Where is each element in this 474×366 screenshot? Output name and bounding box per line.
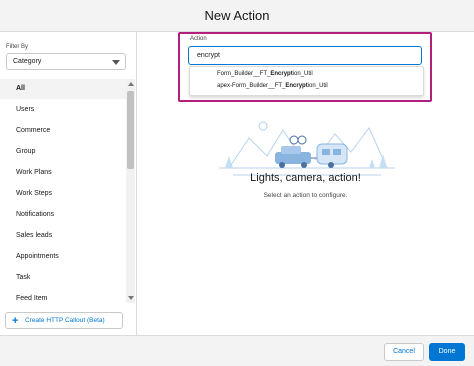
option-suffix: ion_Util: [307, 83, 328, 89]
main-panel: Action encrypt Form_Builder__FT_Encrypti…: [137, 32, 474, 335]
chevron-down-icon: [112, 60, 120, 65]
sidebar-item-label: Work Steps: [16, 190, 53, 197]
action-results-dropdown: Form_Builder__FT_Encryption_Util apex-Fo…: [189, 66, 424, 96]
cancel-button[interactable]: Cancel: [384, 343, 424, 361]
car-icon: [275, 135, 311, 168]
filter-select[interactable]: Category: [6, 53, 126, 70]
sidebar-item-users[interactable]: Users: [0, 100, 126, 120]
scroll-up-icon[interactable]: [128, 82, 134, 86]
sidebar-item-label: Feed Item: [16, 295, 48, 302]
option-prefix: apex-Form_Builder__FT_: [217, 83, 286, 89]
sidebar: Filter By Category All Users Commerce Gr…: [0, 32, 137, 335]
action-search-input[interactable]: encrypt: [188, 46, 422, 65]
sidebar-item-label: Task: [16, 274, 31, 281]
sidebar-item-work-steps[interactable]: Work Steps: [0, 184, 126, 204]
sidebar-item-task[interactable]: Task: [0, 268, 126, 288]
empty-state-subtitle: Select an action to configure.: [263, 192, 348, 199]
sidebar-item-feed-item[interactable]: Feed Item: [0, 289, 126, 303]
action-result-option[interactable]: apex-Form_Builder__FT_Encryption_Util: [217, 83, 328, 89]
category-list: All Users Commerce Group Work Plans Work…: [0, 79, 126, 303]
trailer-icon: [316, 143, 348, 168]
sidebar-item-group[interactable]: Group: [0, 142, 126, 162]
modal-footer: Cancel Done: [0, 335, 474, 366]
action-search-value: encrypt: [197, 52, 220, 59]
sidebar-scrollbar[interactable]: [126, 79, 135, 303]
action-result-option[interactable]: Form_Builder__FT_Encryption_Util: [217, 71, 313, 77]
sidebar-item-label: Group: [16, 148, 36, 155]
sidebar-item-label: Commerce: [16, 127, 51, 134]
modal-title: New Action: [204, 8, 270, 23]
sidebar-item-work-plans[interactable]: Work Plans: [0, 163, 126, 183]
sidebar-item-notifications[interactable]: Notifications: [0, 205, 126, 225]
action-label: Action: [190, 36, 207, 42]
sidebar-item-label: All: [16, 85, 25, 92]
sidebar-item-label: Appointments: [16, 253, 59, 260]
empty-state-title: Lights, camera, action!: [250, 172, 361, 184]
filter-label: Filter By: [6, 44, 29, 50]
filter-select-value: Category: [13, 58, 42, 65]
option-match: Encrypt: [270, 71, 293, 77]
sidebar-item-label: Notifications: [16, 211, 55, 218]
option-prefix: Form_Builder__FT_: [217, 71, 271, 77]
sidebar-item-label: Users: [16, 106, 35, 113]
modal-header: New Action: [0, 0, 474, 32]
sidebar-item-appointments[interactable]: Appointments: [0, 247, 126, 267]
create-http-callout-button[interactable]: + Create HTTP Callout (Beta): [5, 312, 123, 329]
sidebar-item-label: Work Plans: [16, 169, 52, 176]
sidebar-item-commerce[interactable]: Commerce: [0, 121, 126, 141]
sidebar-item-all[interactable]: All: [0, 79, 126, 99]
option-suffix: ion_Util: [292, 71, 313, 77]
scrollbar-thumb[interactable]: [127, 91, 134, 169]
sidebar-item-label: Sales leads: [16, 232, 53, 239]
option-match: Encrypt: [285, 83, 308, 89]
plus-icon: +: [12, 315, 19, 327]
sidebar-item-sales-leads[interactable]: Sales leads: [0, 226, 126, 246]
done-button[interactable]: Done: [429, 343, 465, 361]
create-http-callout-label: Create HTTP Callout (Beta): [25, 317, 105, 324]
scroll-down-icon[interactable]: [128, 296, 134, 300]
